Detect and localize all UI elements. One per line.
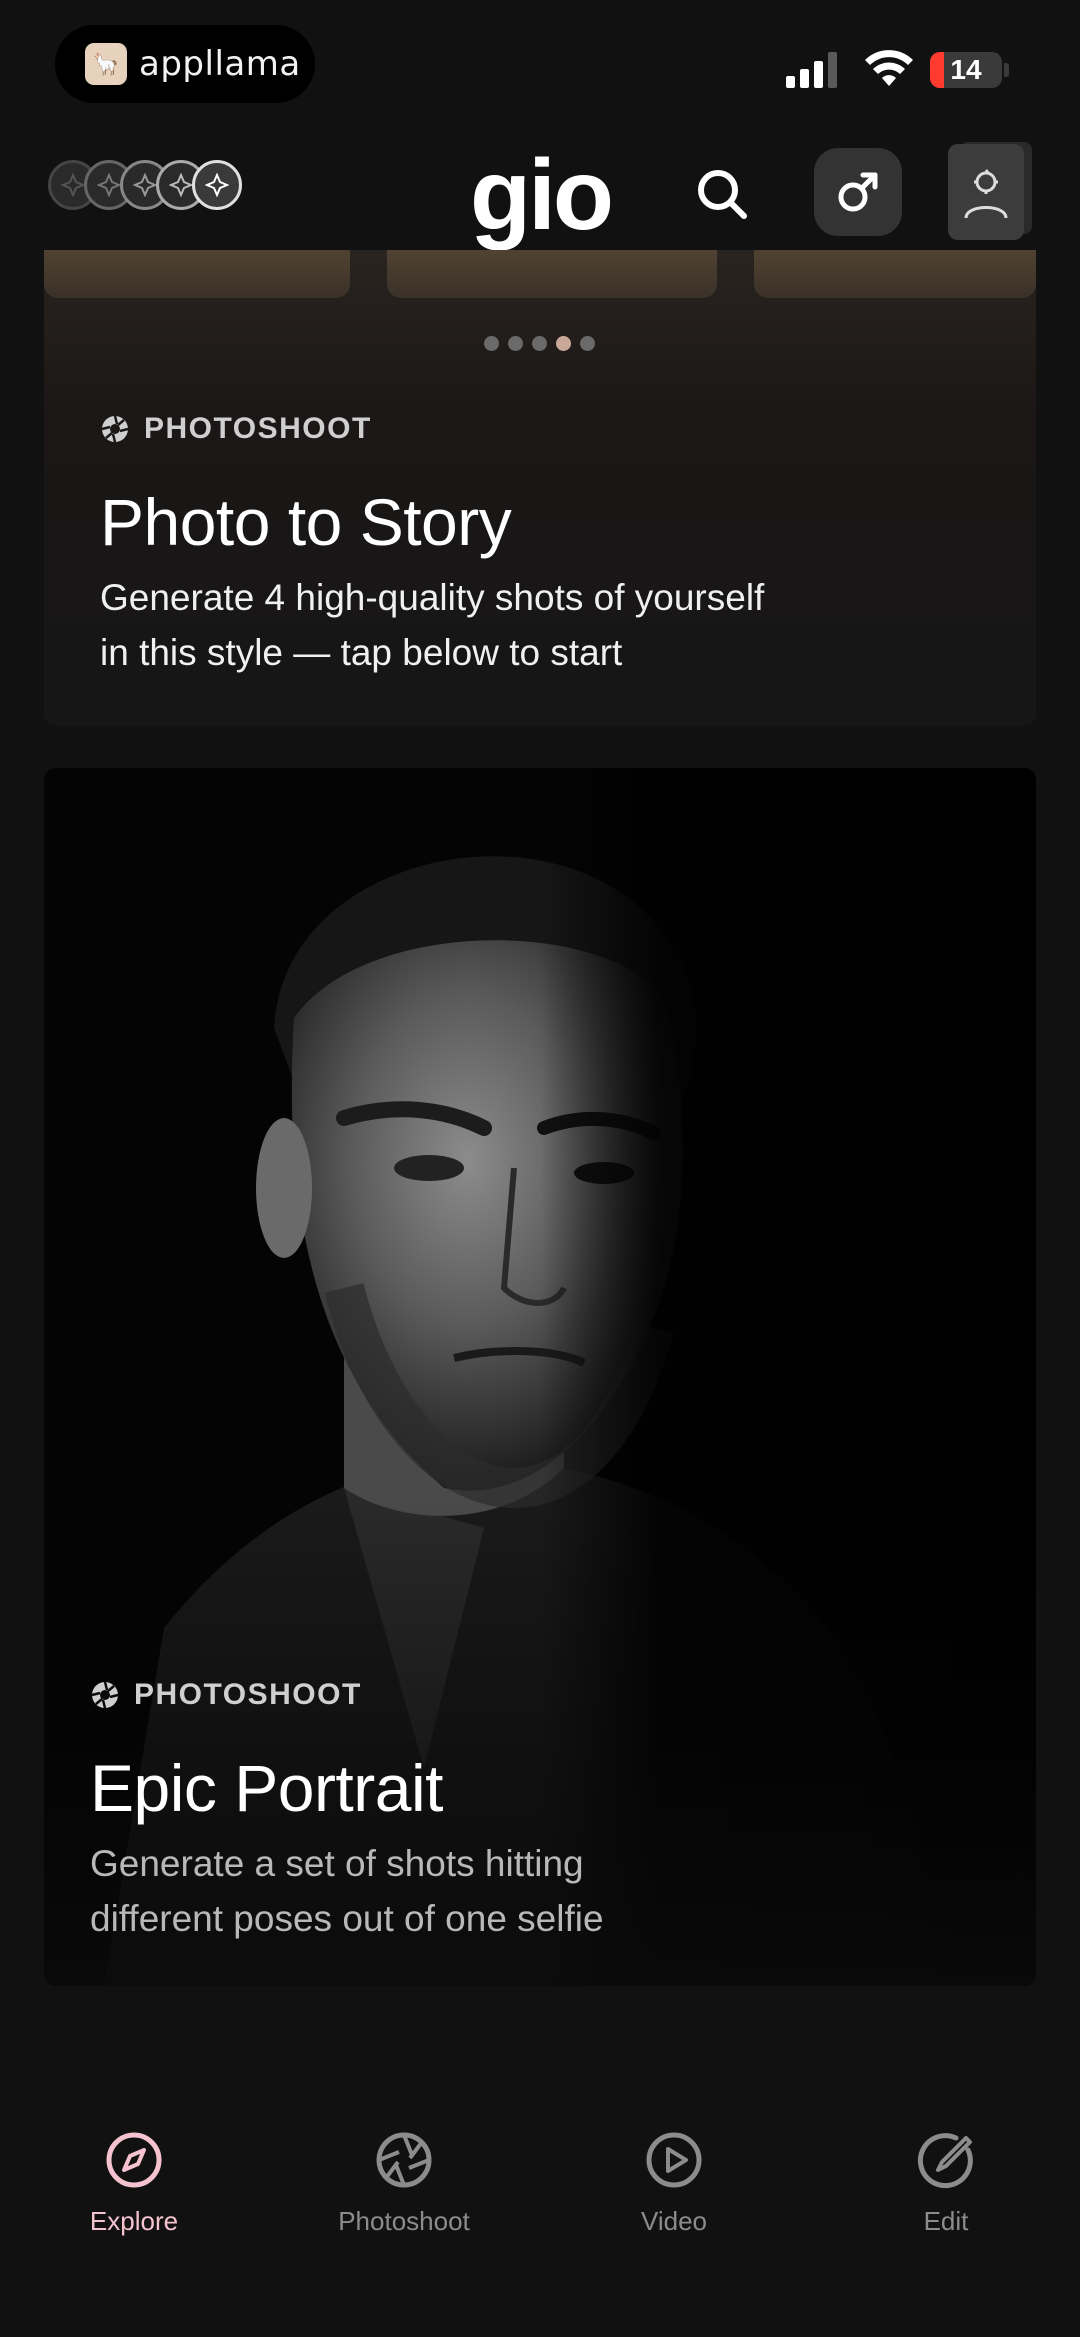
carousel-dots [484,336,595,351]
gender-toggle-button[interactable] [814,148,902,236]
card-title: Photo to Story [100,485,512,559]
app-badge[interactable]: 🦙 appllama [55,25,315,103]
card-description: Generate 4 high-quality shots of yoursel… [100,570,764,680]
battery-indicator: 14 [930,52,1002,88]
credits-indicator[interactable] [48,160,248,216]
nav-label: Explore [89,2206,179,2236]
top-header: gio [0,140,1080,250]
nav-label: Video [640,2206,708,2236]
aperture-icon [91,1681,119,1709]
search-icon[interactable] [690,162,754,226]
nav-label: Edit [923,2206,969,2236]
card-tag-label: PHOTOSHOOT [134,1678,362,1711]
compass-icon [106,2132,162,2188]
carousel-dot[interactable] [580,336,595,351]
nav-label: Photoshoot [338,2206,470,2236]
wifi-icon [865,50,913,86]
nav-photoshoot[interactable]: Photoshoot [294,2130,514,2237]
profile-button[interactable] [948,144,1024,240]
app-badge-label: appllama [139,44,301,84]
carousel-dot[interactable] [532,336,547,351]
cellular-signal-icon [786,52,837,88]
nav-video[interactable]: Video [564,2130,784,2237]
card-title: Epic Portrait [90,1751,443,1825]
male-gender-icon [838,172,878,212]
play-icon [646,2132,702,2188]
carousel-thumbnail[interactable] [387,250,717,298]
card-description-line: in this style — tap below to start [100,632,623,673]
epic-portrait-card[interactable]: PHOTOSHOOT Epic Portrait Generate a set … [44,768,1036,1986]
nav-explore[interactable]: Explore [24,2130,244,2237]
edit-icon [917,2133,973,2189]
llama-logo-icon: 🦙 [85,43,127,85]
card-description-line: Generate 4 high-quality shots of yoursel… [100,577,765,618]
carousel-dot[interactable] [484,336,499,351]
carousel-strip[interactable] [44,250,1036,298]
battery-level: 14 [950,54,982,85]
credit-coin-icon [192,160,242,210]
profile-icon [964,169,1008,219]
carousel-dot[interactable] [508,336,523,351]
aperture-icon [101,415,129,443]
card-description-line: different poses out of one selfie [90,1898,604,1939]
card-tag-label: PHOTOSHOOT [144,412,372,445]
carousel-dot-active[interactable] [556,336,571,351]
status-bar: 🦙 appllama 14 [0,0,1080,120]
bottom-navigation: Explore Photoshoot Video Edit [0,2100,1080,2260]
card-description-line: Generate a set of shots hitting [90,1843,584,1884]
card-description: Generate a set of shots hitting differen… [90,1836,604,1946]
nav-edit[interactable]: Edit [836,2130,1056,2237]
aperture-icon [376,2132,432,2188]
card-tag: PHOTOSHOOT [100,412,372,446]
card-tag: PHOTOSHOOT [90,1678,362,1712]
carousel-thumbnail[interactable] [44,250,350,298]
carousel-thumbnail[interactable] [754,250,1036,298]
gio-logo: gio [470,139,614,251]
